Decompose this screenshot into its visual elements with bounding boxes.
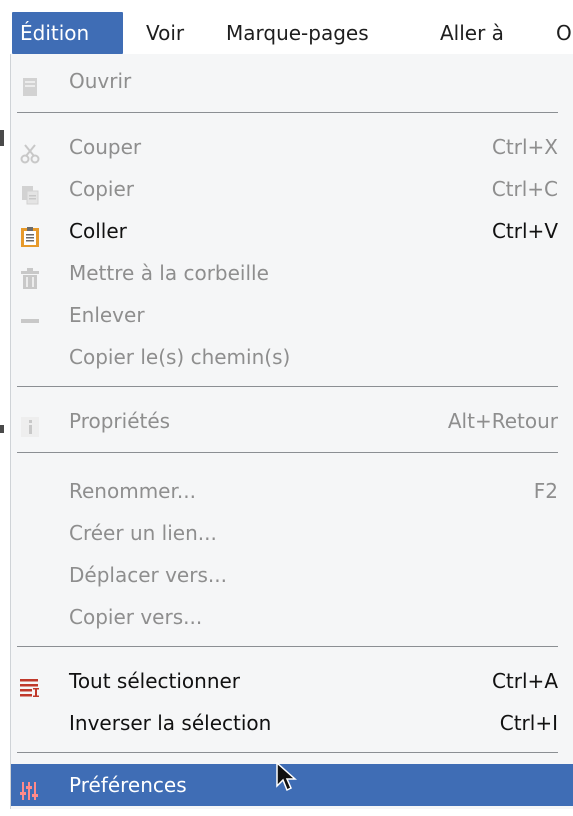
menu-item-corbeille[interactable]: Mettre à la corbeille	[11, 252, 573, 294]
trash-icon	[19, 262, 41, 289]
open-document-icon	[19, 70, 41, 96]
separator	[17, 386, 558, 387]
menu-item-renommer[interactable]: Renommer... F2	[11, 470, 573, 512]
background-edge	[0, 425, 4, 433]
separator	[17, 752, 558, 753]
menu-item-couper[interactable]: Couper Ctrl+X	[11, 126, 573, 168]
menu-edition[interactable]: Édition	[12, 12, 123, 54]
menu-item-deplacer[interactable]: Déplacer vers...	[11, 554, 573, 596]
edition-dropdown-menu: Ouvrir Couper Ctrl+X Copier Ctrl+C Colle…	[10, 54, 573, 809]
separator	[17, 646, 558, 647]
info-icon	[19, 410, 41, 437]
menu-item-inverser[interactable]: Inverser la sélection Ctrl+I	[11, 702, 573, 744]
menu-item-coller[interactable]: Coller Ctrl+V	[11, 210, 573, 252]
menu-marque-pages[interactable]: Marque-pages	[218, 12, 377, 54]
menu-item-enlever[interactable]: Enlever	[11, 294, 573, 336]
sliders-icon	[19, 774, 41, 800]
menu-voir[interactable]: Voir	[138, 12, 192, 54]
select-all-icon	[19, 670, 41, 697]
menu-item-copier[interactable]: Copier Ctrl+C	[11, 168, 573, 210]
menu-bar: Édition Voir Marque-pages Aller à O	[0, 0, 573, 60]
menu-item-ouvrir[interactable]: Ouvrir	[11, 60, 573, 102]
menu-item-copier-chemins[interactable]: Copier le(s) chemin(s)	[11, 336, 573, 378]
separator	[17, 112, 558, 113]
menu-item-creer-lien[interactable]: Créer un lien...	[11, 512, 573, 554]
menu-item-copier-vers[interactable]: Copier vers...	[11, 596, 573, 638]
menu-overflow[interactable]: O	[548, 12, 573, 54]
scissors-icon	[19, 136, 41, 164]
separator	[17, 452, 558, 453]
background-edge	[0, 130, 4, 146]
menu-aller-a[interactable]: Aller à	[432, 12, 512, 54]
minus-icon	[19, 304, 41, 326]
clipboard-icon	[19, 220, 41, 247]
copy-icon	[19, 178, 41, 205]
mouse-cursor-icon	[276, 761, 298, 792]
menu-item-tout-selectionner[interactable]: Tout sélectionner Ctrl+A	[11, 660, 573, 702]
menu-item-proprietes[interactable]: Propriétés Alt+Retour	[11, 400, 573, 442]
